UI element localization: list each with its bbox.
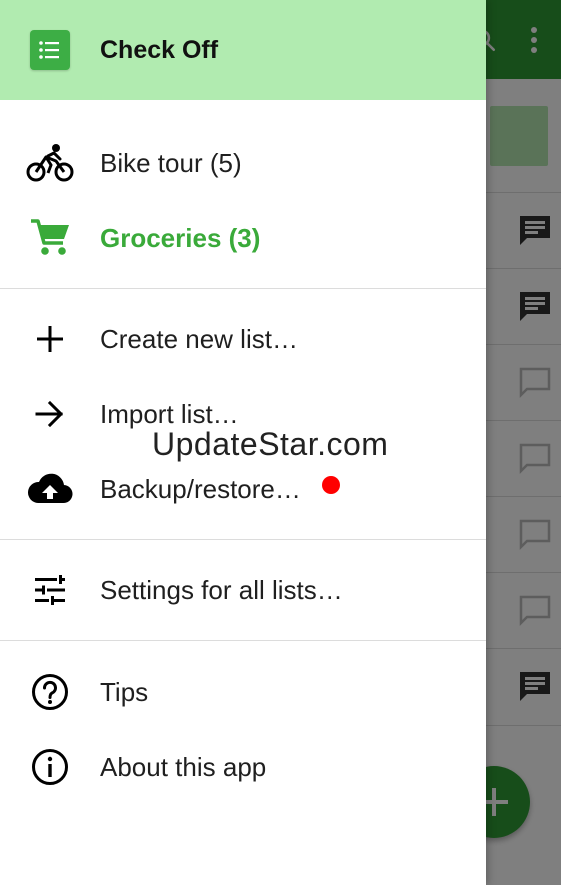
nav-item-label: About this app <box>100 751 267 782</box>
nav-item-label: Settings for all lists… <box>100 574 343 605</box>
help-circle-icon <box>26 668 74 716</box>
nav-item-label: Backup/restore… <box>100 473 301 504</box>
nav-item-backup-restore[interactable]: Backup/restore… <box>0 452 486 526</box>
nav-item-create-new-list[interactable]: Create new list… <box>0 302 486 376</box>
app-logo-icon <box>30 30 70 70</box>
nav-item-label: Groceries (3) <box>100 222 261 253</box>
nav-item-bike-tour[interactable]: Bike tour (5) <box>0 126 486 200</box>
bicycle-icon <box>26 139 74 187</box>
nav-item-settings[interactable]: Settings for all lists… <box>0 553 486 627</box>
nav-item-label: Bike tour (5) <box>100 147 242 178</box>
cloud-upload-icon <box>26 465 74 513</box>
arrow-right-icon <box>26 390 74 438</box>
nav-item-label: Tips <box>100 676 149 707</box>
nav-item-groceries[interactable]: Groceries (3) <box>0 201 486 275</box>
app-title: Check Off <box>100 36 219 64</box>
nav-item-tips[interactable]: Tips <box>0 655 486 729</box>
divider <box>0 539 486 540</box>
divider <box>0 288 486 289</box>
shopping-cart-icon <box>26 214 74 262</box>
notification-badge <box>322 476 340 494</box>
divider <box>0 640 486 641</box>
nav-item-about[interactable]: About this app <box>0 730 486 804</box>
watermark: UpdateStar.com <box>152 426 389 462</box>
info-circle-icon <box>26 743 74 791</box>
nav-item-label: Import list… <box>100 398 239 429</box>
sliders-icon <box>26 566 74 614</box>
nav-item-label: Create new list… <box>100 323 298 354</box>
drawer-header: Check Off <box>0 0 486 100</box>
navigation-drawer: Check Off Bike tour (5) Groceries (3) Cr… <box>0 0 486 885</box>
plus-icon <box>26 315 74 363</box>
